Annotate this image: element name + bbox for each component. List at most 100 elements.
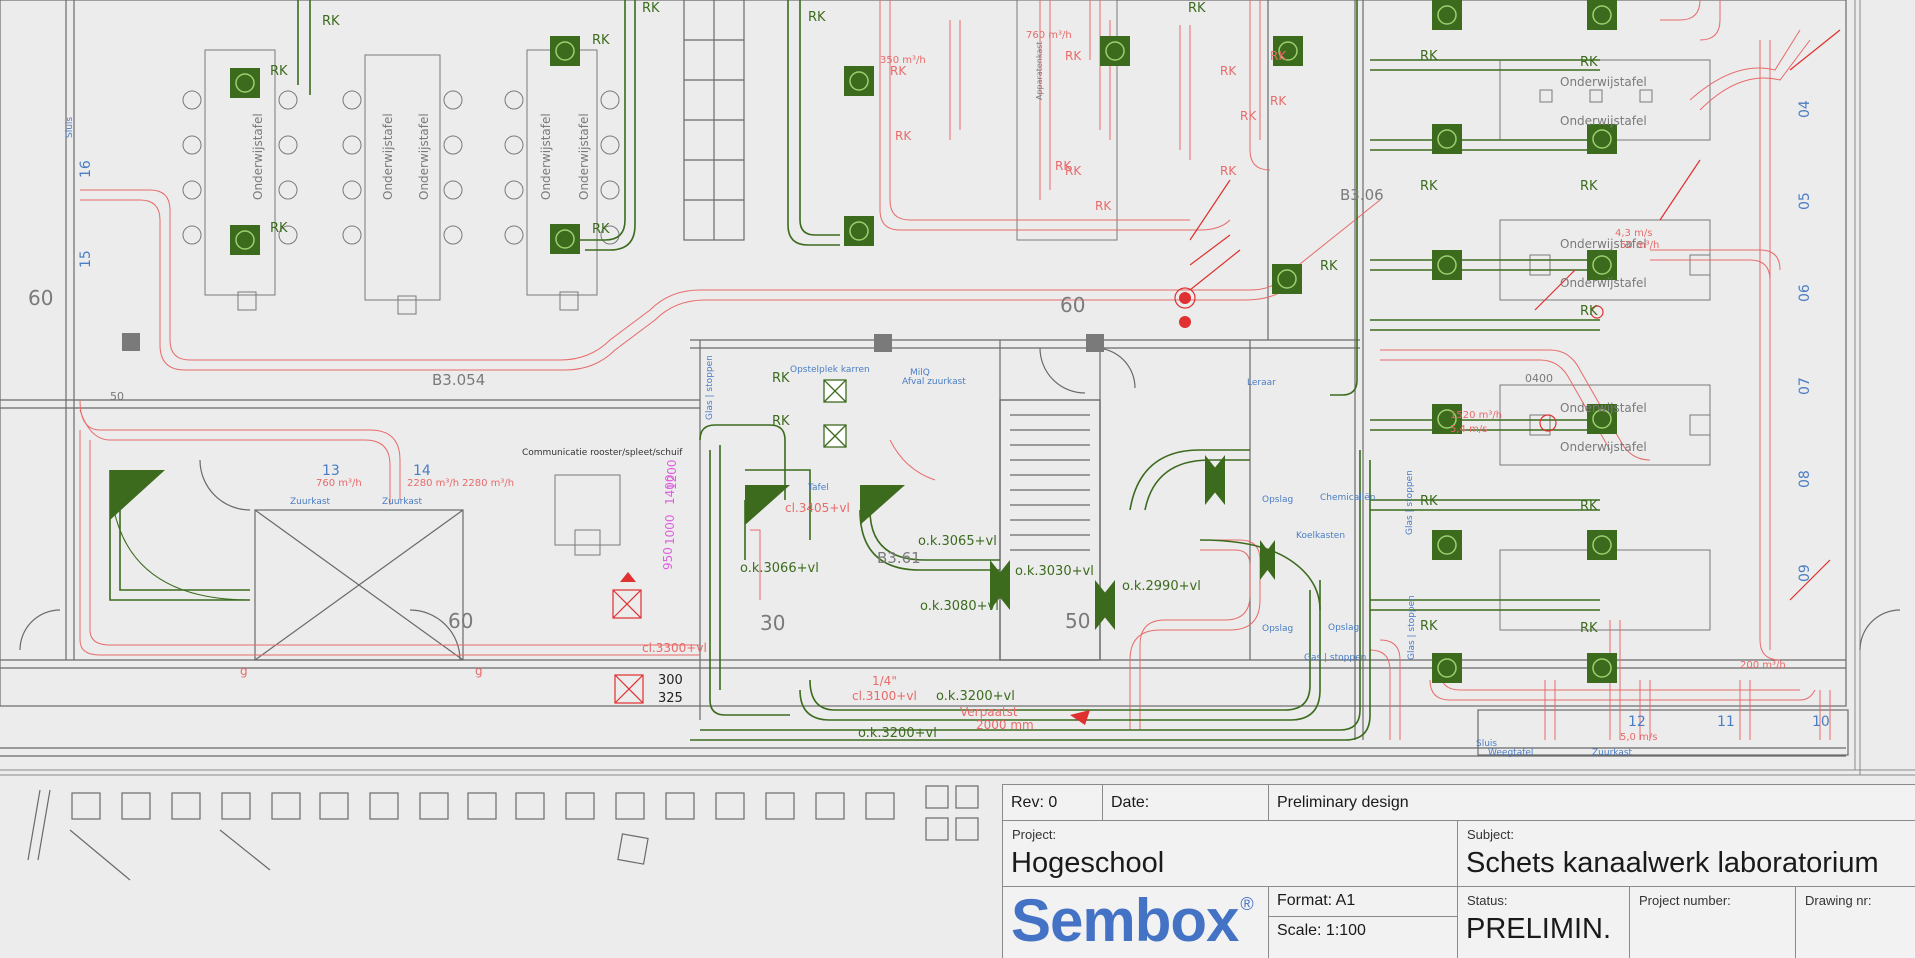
plan-annotations: B3.054 B3.06 B3.61 Onderwijstafel Onderwijst…: [28, 1, 1830, 758]
zone-number: 09: [1797, 564, 1813, 582]
misc-label: 1/4": [872, 674, 897, 688]
flow-label: 1520 m³/h: [1450, 410, 1502, 421]
flow-label: 5,4 m/s: [1450, 424, 1487, 435]
rk-label: RK: [592, 33, 610, 48]
blue-label: Glas | stoppen: [1407, 595, 1417, 660]
rk-label: RK: [1270, 94, 1287, 108]
elevation-label: o.k.3065+vl: [918, 534, 997, 549]
flow-label: 200 m³/h: [1740, 660, 1786, 671]
blue-label: MilQ: [910, 368, 930, 378]
table-label: Onderwijstafel: [417, 113, 431, 200]
subject-value: Schets kanaalwerk laboratorium: [1466, 847, 1879, 879]
elevation-label: o.k.3080+vl: [920, 599, 999, 614]
blue-label: Opslag: [1262, 495, 1293, 505]
table-label: Onderwijstafel: [251, 113, 265, 200]
flow-label: 5,0 m/s: [1620, 732, 1657, 743]
logo-cell: Sembox ®: [1003, 887, 1269, 958]
rk-label: RK: [1220, 64, 1237, 78]
misc-label: g: [475, 664, 483, 678]
red-elevation: cl.3300+vl: [642, 641, 707, 655]
rk-label: RK: [1188, 1, 1206, 16]
date-cell: Date:: [1103, 785, 1269, 821]
misc-label: 1200: [665, 459, 679, 490]
misc-label: 1000: [663, 514, 677, 545]
rk-label: RK: [772, 414, 790, 429]
dim-value: 60: [448, 609, 473, 633]
zone-number: 15: [78, 250, 94, 268]
zone-number: 06: [1797, 284, 1813, 302]
blue-label: Tafel: [807, 483, 829, 493]
table-label: Onderwijstafel: [1560, 276, 1647, 290]
dim-value: 0400: [1525, 372, 1553, 385]
title-block: Rev: 0 Date: Preliminary design Project:…: [1002, 784, 1915, 958]
rk-label: RK: [1270, 49, 1287, 63]
blue-label: Zuurkast: [290, 497, 331, 507]
blue-label: Glas | stoppen: [1405, 470, 1415, 535]
flow-label: 4,3 m/s: [1615, 228, 1652, 239]
rk-label: RK: [1580, 179, 1598, 194]
red-elevation: Verpaatst: [960, 705, 1018, 719]
rk-label: RK: [1420, 619, 1438, 634]
room-label: B3.06: [1340, 186, 1384, 204]
table-label: Onderwijstafel: [577, 113, 591, 200]
rk-label: RK: [772, 371, 790, 386]
rk-label: RK: [1580, 304, 1598, 319]
rk-label: RK: [270, 221, 288, 236]
rev-label: Rev: 0: [1011, 794, 1058, 811]
rev-cell: Rev: 0: [1003, 785, 1103, 821]
project-value: Hogeschool: [1011, 847, 1165, 879]
elevation-label: o.k.3066+vl: [740, 561, 819, 576]
blue-label: Zuurkast: [1592, 748, 1633, 758]
flow-label: 2280 m³/h: [407, 478, 459, 489]
subject-cell: Subject: Schets kanaalwerk laboratorium: [1458, 821, 1915, 887]
red-elevation: cl.3405+vl: [785, 501, 850, 515]
rk-label: RK: [1320, 259, 1338, 274]
format-label: Format: A1: [1277, 892, 1356, 909]
rk-label: RK: [890, 64, 907, 78]
zone-number: 16: [78, 160, 94, 178]
elevation-label: o.k.3200+vl: [858, 726, 937, 741]
status-label: Status:: [1467, 893, 1508, 908]
flow-label: 50 m³/h: [1620, 240, 1659, 251]
blue-label: Leraar: [1247, 378, 1276, 388]
blue-label: Gas | stoppen: [1304, 653, 1366, 663]
misc-label: Communicatie rooster/spleet/schuif: [522, 448, 683, 458]
project-number-label: Project number:: [1639, 893, 1731, 908]
scale-cell: Scale: 1:100: [1269, 917, 1458, 958]
rk-label: RK: [1220, 164, 1237, 178]
rk-label: RK: [1065, 49, 1082, 63]
rk-label: RK: [1580, 499, 1598, 514]
zone-number: 12: [1628, 714, 1646, 730]
rk-label: RK: [1055, 159, 1072, 173]
blue-label: Sluis: [1476, 739, 1497, 749]
room-label: B3.054: [432, 371, 485, 389]
rk-label: RK: [642, 1, 660, 16]
subject-label: Subject:: [1467, 827, 1514, 842]
table-label: Onderwijstafel: [539, 113, 553, 200]
blue-label: Chemicaliën: [1320, 493, 1376, 503]
dim-value: 30: [760, 611, 785, 635]
table-label: Onderwijstafel: [1560, 75, 1647, 89]
rk-label: RK: [1095, 199, 1112, 213]
misc-label: Apparatenkast: [1035, 41, 1044, 100]
status-value: PRELIMIN.: [1466, 913, 1612, 945]
registered-mark: ®: [1240, 894, 1253, 914]
zone-number: 14: [413, 463, 431, 479]
zone-number: 08: [1797, 470, 1813, 488]
supply-ductwork: [79, 0, 1831, 740]
blue-label: Glas | stoppen: [705, 355, 715, 420]
zone-number: 11: [1717, 714, 1735, 730]
rk-label: RK: [1420, 49, 1438, 64]
rk-label: RK: [322, 14, 340, 29]
blue-label: Zuurkast: [382, 497, 423, 507]
design-phase: Preliminary design: [1277, 794, 1409, 811]
flow-label: 760 m³/h: [1026, 30, 1072, 41]
rk-label: RK: [1420, 494, 1438, 509]
dim-value: 60: [28, 286, 53, 310]
dim-value: 60: [1060, 293, 1085, 317]
project-cell: Project: Hogeschool: [1003, 821, 1458, 887]
flow-label: 2280 m³/h: [462, 478, 514, 489]
dim-value: 50: [1065, 609, 1090, 633]
rk-label: RK: [270, 64, 288, 79]
rk-label: RK: [1420, 179, 1438, 194]
